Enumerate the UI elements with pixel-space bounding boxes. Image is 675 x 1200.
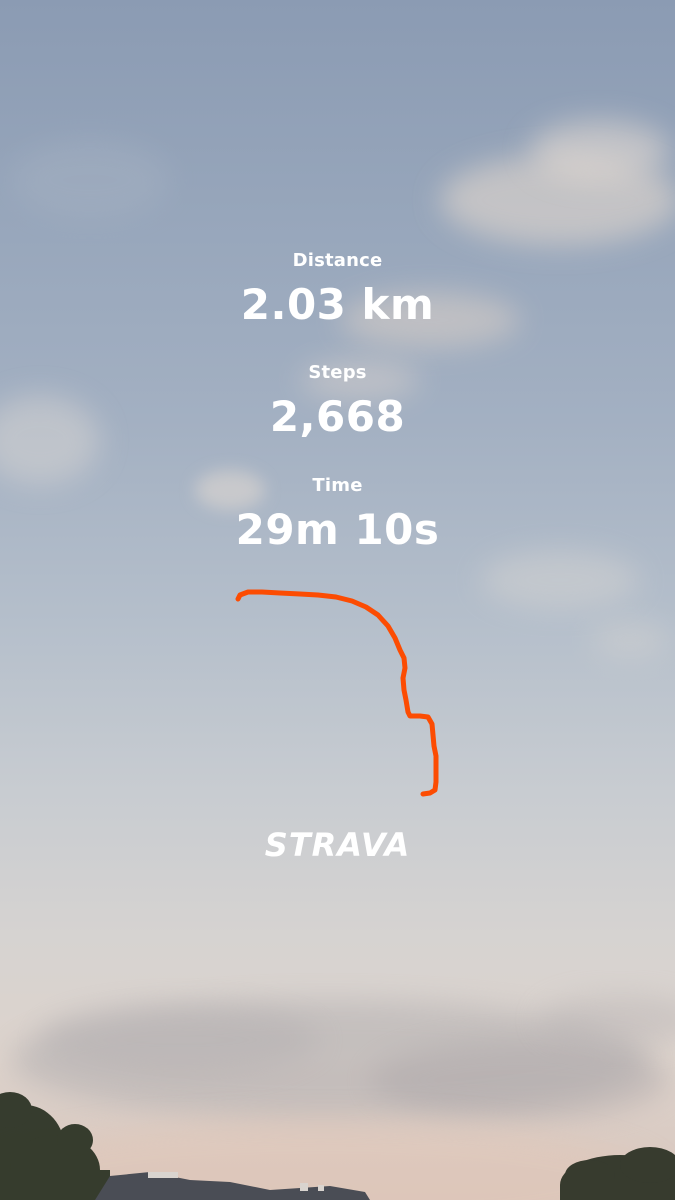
- horizon-silhouette: [0, 1092, 675, 1200]
